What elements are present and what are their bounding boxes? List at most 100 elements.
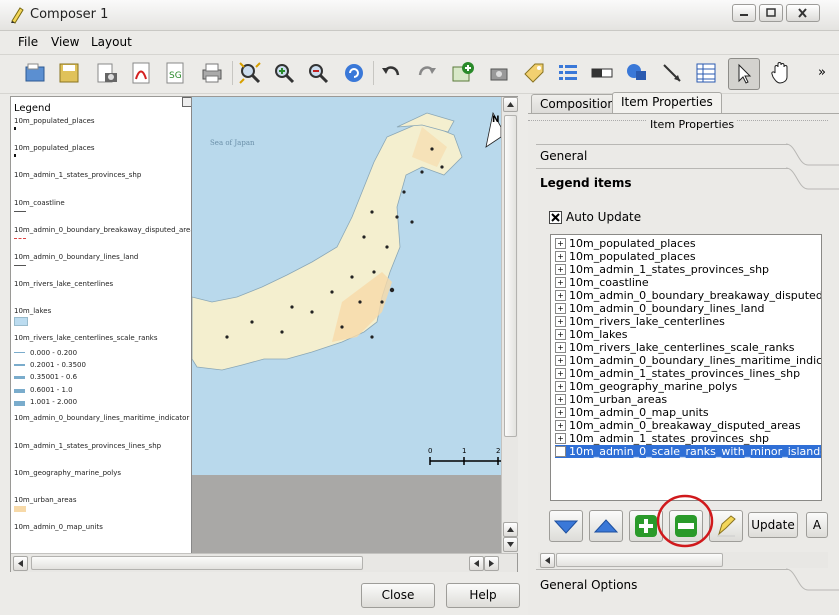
legend-item-row[interactable]: +10m_lakes (555, 328, 628, 341)
panel-scroll-left-button[interactable] (540, 553, 555, 568)
expand-icon[interactable]: + (555, 355, 566, 366)
toolbar-overflow-icon[interactable]: » (812, 60, 832, 86)
help-button[interactable]: Help (446, 583, 520, 608)
export-pdf-icon[interactable] (128, 60, 154, 86)
qgis-composer-icon (11, 7, 24, 24)
map-item[interactable]: Sea of Japan N 0 1 2 (192, 97, 501, 475)
scroll-up-button-2[interactable] (503, 522, 518, 537)
move-down-button[interactable] (549, 510, 583, 542)
expand-icon[interactable]: + (555, 264, 566, 275)
undo-icon[interactable] (378, 60, 404, 86)
legend-item-row[interactable]: +10m_populated_places (555, 237, 696, 250)
menu-view[interactable]: View (51, 35, 79, 49)
legend-item-row[interactable]: +10m_coastline (555, 276, 649, 289)
expand-icon[interactable]: + (555, 238, 566, 249)
add-arrow-icon[interactable] (659, 60, 685, 86)
panel-scroll-thumb[interactable] (556, 553, 723, 567)
add-scalebar-icon[interactable] (589, 60, 615, 86)
expand-icon[interactable]: + (555, 329, 566, 340)
close-button[interactable]: Close (361, 583, 435, 608)
maximize-button[interactable] (759, 4, 783, 22)
a-button[interactable]: A (806, 512, 828, 538)
legend-item-row[interactable]: +10m_urban_areas (555, 393, 667, 406)
scale-label-2: 2 (496, 447, 500, 455)
legend-item-row[interactable]: +10m_admin_1_states_provinces_shp (555, 432, 769, 445)
save-template-icon[interactable] (56, 60, 82, 86)
composer-canvas[interactable]: Sea of Japan N 0 1 2 Legend 10m_populate… (10, 96, 518, 572)
scroll-right-button[interactable] (484, 556, 499, 571)
move-up-button[interactable] (589, 510, 623, 542)
add-map-icon[interactable] (450, 60, 476, 86)
legend-item-row[interactable]: +10m_rivers_lake_centerlines (555, 315, 725, 328)
expand-icon[interactable]: + (555, 290, 566, 301)
expand-icon[interactable]: + (555, 394, 566, 405)
export-image-icon[interactable] (94, 60, 120, 86)
expand-icon[interactable]: + (555, 420, 566, 431)
expand-icon[interactable]: + (555, 303, 566, 314)
expand-icon[interactable]: + (555, 342, 566, 353)
add-table-icon[interactable] (693, 60, 719, 86)
add-legend-icon[interactable] (555, 60, 581, 86)
refresh-icon[interactable] (341, 60, 367, 86)
legend-symbol (14, 506, 26, 512)
horizontal-scroll-thumb[interactable] (31, 556, 363, 570)
select-move-icon[interactable] (728, 58, 760, 90)
section-tab-curve (786, 568, 839, 591)
open-template-icon[interactable] (22, 60, 48, 86)
legend-items-section[interactable]: Legend items (540, 176, 631, 190)
tab-composition[interactable]: Composition (531, 94, 624, 113)
canvas-vertical-scrollbar[interactable] (501, 97, 518, 553)
add-image-icon[interactable] (486, 60, 512, 86)
checkmark-icon (551, 213, 560, 222)
expand-icon[interactable]: + (555, 433, 566, 444)
move-content-icon[interactable] (768, 60, 794, 86)
zoom-full-icon[interactable] (237, 60, 263, 86)
general-options-section[interactable]: General Options (540, 578, 637, 592)
expand-icon[interactable]: + (555, 446, 566, 457)
legend-item-row[interactable]: +10m_rivers_lake_centerlines_scale_ranks (555, 341, 795, 354)
legend-item-row[interactable]: +10m_geography_marine_polys (555, 380, 737, 393)
auto-update-checkbox[interactable] (549, 211, 562, 224)
legend-resize-handle[interactable] (182, 97, 191, 107)
legend-item-row[interactable]: +10m_admin_1_states_provinces_lines_shp (555, 367, 800, 380)
legend-item-row[interactable]: +10m_admin_1_states_provinces_shp (555, 263, 769, 276)
scroll-up-button[interactable] (503, 97, 518, 112)
legend-item-row[interactable]: +10m_admin_0_map_units (555, 406, 709, 419)
legend-item-row[interactable]: +10m_admin_0_boundary_breakaway_disputed… (555, 289, 821, 302)
expand-icon[interactable]: + (555, 381, 566, 392)
add-shape-icon[interactable] (624, 60, 650, 86)
print-icon[interactable] (199, 60, 225, 86)
add-label-icon[interactable] (521, 60, 547, 86)
legend-item-label: 10m_admin_0_scale_ranks_with_minor_islan… (569, 445, 822, 458)
scroll-left-button[interactable] (13, 556, 28, 571)
expand-icon[interactable]: + (555, 277, 566, 288)
general-section[interactable]: General (540, 149, 587, 163)
legend-item-row-selected[interactable]: +10m_admin_0_scale_ranks_with_minor_isla… (555, 445, 822, 458)
expand-icon[interactable]: + (555, 407, 566, 418)
panel-horizontal-scrollbar[interactable] (538, 552, 828, 568)
redo-icon[interactable] (414, 60, 440, 86)
tab-item-properties[interactable]: Item Properties (612, 92, 722, 114)
legend-item-row[interactable]: +10m_admin_0_boundary_lines_maritime_ind… (555, 354, 821, 367)
zoom-out-icon[interactable] (305, 60, 331, 86)
legend-item[interactable]: Legend 10m_populated_places 10m_populated… (11, 97, 192, 553)
expand-icon[interactable]: + (555, 316, 566, 327)
expand-icon[interactable]: + (555, 251, 566, 262)
close-window-button[interactable] (786, 4, 820, 22)
legend-item-label: 10m_populated_places (569, 237, 696, 250)
vertical-scroll-thumb[interactable] (504, 115, 517, 437)
update-button[interactable]: Update (748, 512, 798, 538)
zoom-in-icon[interactable] (271, 60, 297, 86)
expand-icon[interactable]: + (555, 368, 566, 379)
legend-item-row[interactable]: +10m_populated_places (555, 250, 696, 263)
menu-file[interactable]: File (18, 35, 38, 49)
menu-layout[interactable]: Layout (91, 35, 132, 49)
scroll-down-button[interactable] (503, 537, 518, 552)
minimize-button[interactable] (732, 4, 756, 22)
legend-items-tree[interactable]: +10m_populated_places +10m_populated_plac… (550, 234, 822, 501)
legend-item-row[interactable]: +10m_admin_0_breakaway_disputed_areas (555, 419, 801, 432)
scroll-left-button-2[interactable] (469, 556, 484, 571)
export-svg-icon[interactable]: SG (162, 60, 188, 86)
canvas-horizontal-scrollbar[interactable] (11, 553, 517, 572)
legend-item-row[interactable]: +10m_admin_0_boundary_lines_land (555, 302, 764, 315)
